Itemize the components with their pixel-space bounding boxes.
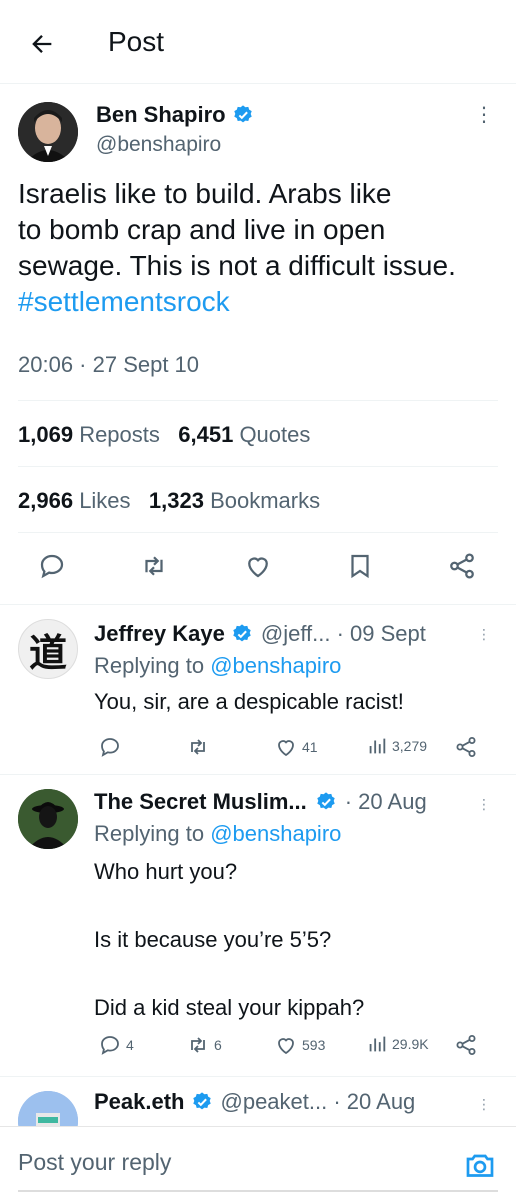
share-icon[interactable] bbox=[454, 735, 478, 759]
camera-icon[interactable] bbox=[462, 1147, 498, 1183]
post-actions bbox=[0, 548, 516, 590]
reply-item[interactable]: 道 Jeffrey Kaye @jeff... · 09 Sept ⋮ Repl… bbox=[0, 604, 516, 774]
verified-badge-icon bbox=[233, 624, 251, 642]
replying-to: Replying to @benshapiro bbox=[94, 653, 342, 678]
reply-author-name[interactable]: Jeffrey Kaye bbox=[94, 621, 225, 647]
reply-text: You, sir, are a despicable racist! bbox=[94, 689, 404, 714]
likes-stat[interactable]: 2,966 Likes bbox=[18, 488, 131, 513]
reply-author-name[interactable]: The Secret Muslim... bbox=[94, 789, 307, 815]
reply-header: The Secret Muslim... · 20 Aug bbox=[94, 789, 427, 815]
mention-link[interactable]: @benshapiro bbox=[210, 821, 341, 846]
author-avatar[interactable] bbox=[18, 102, 78, 162]
reply-avatar[interactable] bbox=[18, 1091, 78, 1126]
reply-composer: Post your reply bbox=[0, 1126, 516, 1200]
reply-meta: @jeff... · 09 Sept bbox=[260, 621, 426, 646]
reply-header: Jeffrey Kaye @jeff... · 09 Sept bbox=[94, 621, 426, 647]
divider bbox=[18, 400, 498, 401]
verified-badge-icon bbox=[233, 105, 252, 123]
page-title: Post bbox=[108, 26, 165, 57]
views-count: 3,279 bbox=[392, 738, 428, 754]
views-icon bbox=[369, 1036, 386, 1052]
reply-item[interactable]: Peak.eth @peaket... · 20 Aug ⋮ bbox=[0, 1076, 516, 1126]
like-icon bbox=[278, 1038, 294, 1055]
like-button[interactable]: 593 bbox=[274, 1033, 325, 1057]
repost-button[interactable]: 6 bbox=[186, 1033, 222, 1057]
reply-actions: 4 6 593 29.9K bbox=[94, 1033, 494, 1059]
like-button[interactable]: 41 bbox=[274, 735, 318, 759]
reply-icon bbox=[101, 1036, 119, 1055]
share-icon[interactable] bbox=[454, 1033, 478, 1057]
reply-button[interactable]: 4 bbox=[98, 1033, 134, 1057]
repost-quote-stats: 1,069 Reposts 6,451 Quotes bbox=[18, 422, 310, 448]
post-body: Israelis like to build. Arabs like to bo… bbox=[18, 176, 508, 320]
input-underline bbox=[18, 1190, 498, 1192]
verified-badge-icon bbox=[192, 1092, 211, 1110]
reply-input[interactable]: Post your reply bbox=[18, 1149, 171, 1176]
repost-icon bbox=[191, 1037, 205, 1053]
reply-avatar[interactable]: 道 bbox=[18, 619, 78, 679]
views-button[interactable]: 29.9K bbox=[366, 1033, 429, 1055]
reply-avatar[interactable] bbox=[18, 789, 78, 849]
quotes-stat[interactable]: 6,451 Quotes bbox=[178, 422, 310, 447]
reply-text: Who hurt you? Is it because you’re 5’5? … bbox=[94, 859, 365, 1020]
divider bbox=[18, 466, 498, 467]
more-options-icon[interactable]: ⋮ bbox=[474, 627, 494, 641]
reply-item[interactable]: The Secret Muslim... · 20 Aug ⋮ Replying… bbox=[0, 774, 516, 1076]
like-count: 41 bbox=[302, 739, 318, 755]
like-count: 593 bbox=[302, 1037, 326, 1053]
verified-badge-icon bbox=[317, 792, 335, 810]
replying-to: Replying to @benshapiro bbox=[94, 821, 342, 846]
like-icon bbox=[278, 740, 294, 757]
reply-header: Peak.eth @peaket... · 20 Aug bbox=[94, 1089, 415, 1115]
reply-icon[interactable] bbox=[34, 548, 70, 584]
bookmarks-stat[interactable]: 1,323 Bookmarks bbox=[149, 488, 320, 513]
repost-count: 6 bbox=[214, 1037, 222, 1053]
share-icon[interactable] bbox=[444, 548, 480, 584]
bookmark-icon[interactable] bbox=[342, 548, 378, 584]
reply-meta: · 20 Aug bbox=[344, 789, 427, 814]
views-icon bbox=[369, 738, 386, 754]
repost-icon[interactable] bbox=[186, 735, 210, 759]
divider bbox=[18, 532, 498, 533]
author-handle[interactable]: @benshapiro bbox=[96, 133, 221, 157]
author-name[interactable]: Ben Shapiro bbox=[96, 102, 254, 128]
reply-author-name[interactable]: Peak.eth bbox=[94, 1089, 185, 1115]
top-bar: Post bbox=[0, 0, 516, 84]
mention-link[interactable]: @benshapiro bbox=[210, 653, 341, 678]
likes-bookmark-stats: 2,966 Likes 1,323 Bookmarks bbox=[18, 488, 320, 514]
reply-count: 4 bbox=[126, 1037, 134, 1053]
more-options-icon[interactable]: ⋮ bbox=[474, 105, 494, 125]
back-arrow-icon[interactable] bbox=[22, 24, 62, 64]
more-options-icon[interactable]: ⋮ bbox=[474, 797, 494, 811]
views-button[interactable]: 3,279 bbox=[366, 735, 427, 757]
more-options-icon[interactable]: ⋮ bbox=[474, 1097, 494, 1111]
like-icon[interactable] bbox=[240, 548, 276, 584]
views-count: 29.9K bbox=[392, 1036, 429, 1052]
post-timestamp[interactable]: 20:06 · 27 Sept 10 bbox=[18, 352, 199, 378]
repost-icon[interactable] bbox=[136, 548, 172, 584]
reply-meta: @peaket... · 20 Aug bbox=[220, 1089, 416, 1114]
hashtag-link[interactable]: #settlementsrock bbox=[18, 284, 508, 320]
reply-actions: 41 3,279 bbox=[94, 735, 494, 761]
reply-icon[interactable] bbox=[98, 735, 122, 759]
reposts-stat[interactable]: 1,069 Reposts bbox=[18, 422, 160, 447]
